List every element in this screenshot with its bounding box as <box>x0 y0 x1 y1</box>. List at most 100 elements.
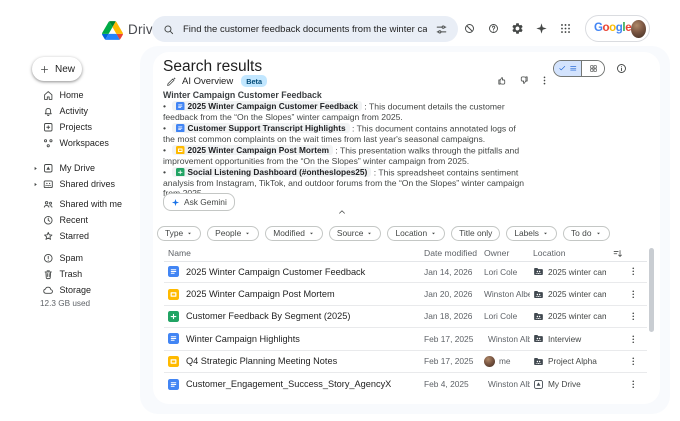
search-input[interactable] <box>183 24 427 35</box>
cloud-icon <box>42 284 55 297</box>
row-menu-button[interactable] <box>628 334 639 345</box>
new-button[interactable]: New <box>32 57 82 81</box>
sidebar-item-label: Spam <box>60 253 84 263</box>
shared-folder-icon <box>533 266 544 277</box>
sidebar-item-activity[interactable]: Activity <box>32 103 150 119</box>
list-view-icon <box>569 64 578 73</box>
list-view-segment[interactable] <box>554 61 582 76</box>
sidebar-item-storage[interactable]: Storage <box>32 282 150 298</box>
offline-status-button[interactable] <box>459 18 480 39</box>
table-scrollbar[interactable] <box>649 248 654 332</box>
file-chip-label: 2025 Winter Campaign Post Mortem <box>188 145 329 155</box>
file-chip[interactable]: Customer Support Transcript Highlights <box>172 123 350 133</box>
ai-overview-bullet: •2025 Winter Campaign Post Mortem : This… <box>163 145 527 166</box>
more-vert-icon <box>628 289 639 300</box>
file-table: 2025 Winter Campaign Customer FeedbackJa… <box>164 261 647 395</box>
docs-icon <box>176 102 185 111</box>
grid-view-icon <box>589 64 598 73</box>
help-icon <box>487 22 500 35</box>
row-menu-button[interactable] <box>628 379 639 390</box>
filter-chip-type[interactable]: Type <box>157 226 201 241</box>
date-modified: Jan 20, 2026 <box>421 289 481 299</box>
view-toggle[interactable] <box>553 60 605 77</box>
ai-overview-bullet: •Customer Support Transcript Highlights … <box>163 123 527 144</box>
table-row[interactable]: Customer Feedback By Segment (2025)Jan 1… <box>164 306 647 328</box>
shared-folder-icon <box>533 289 544 300</box>
gemini-button[interactable] <box>531 18 552 39</box>
owner-name: Winston Alb... <box>488 334 530 344</box>
sidebar-item-recent[interactable]: Recent <box>32 212 150 228</box>
column-header-date-modified[interactable]: Date modified <box>421 248 481 258</box>
sidebar-item-workspaces[interactable]: Workspaces <box>32 135 150 151</box>
bullet-dot: • <box>163 101 172 111</box>
info-icon[interactable] <box>615 62 628 75</box>
filter-chip-modified[interactable]: Modified <box>265 226 323 241</box>
thumb-up-icon[interactable] <box>497 75 508 86</box>
row-menu-button[interactable] <box>628 356 639 367</box>
owner-name: Winston Alb... <box>488 379 530 389</box>
sidebar-item-my-drive[interactable]: My Drive <box>32 160 150 176</box>
ask-gemini-button[interactable]: Ask Gemini <box>163 193 235 211</box>
filter-chip-labels[interactable]: Labels <box>506 226 557 241</box>
expand-arrow-icon[interactable] <box>32 181 39 188</box>
file-chip[interactable]: 2025 Winter Campaign Customer Feedback <box>172 101 362 111</box>
search-results-card: Search results AI Overview Beta Winter C… <box>153 52 660 404</box>
row-menu-button[interactable] <box>628 311 639 322</box>
sort-direction-icon[interactable] <box>612 248 623 259</box>
ai-overview-icon <box>166 76 177 87</box>
table-row[interactable]: Customer_Engagement_Success_Story_Agency… <box>164 373 647 395</box>
filter-chip-label: Type <box>165 228 183 238</box>
row-menu-button[interactable] <box>628 266 639 277</box>
sidebar-item-shared-drives[interactable]: Shared drives <box>32 176 150 192</box>
table-row[interactable]: 2025 Winter Campaign Customer FeedbackJa… <box>164 261 647 283</box>
search-bar[interactable] <box>152 16 458 42</box>
file-chip[interactable]: 2025 Winter Campaign Post Mortem <box>172 145 333 155</box>
table-row[interactable]: Winter Campaign HighlightsFeb 17, 2025Wi… <box>164 328 647 350</box>
settings-button[interactable] <box>507 18 528 39</box>
caret-down-icon <box>542 230 549 237</box>
ai-overview-header: AI Overview Beta <box>166 75 267 87</box>
sidebar-item-home[interactable]: Home <box>32 87 150 103</box>
user-avatar[interactable] <box>631 20 646 38</box>
support-button[interactable] <box>483 18 504 39</box>
column-header-owner[interactable]: Owner <box>481 248 530 258</box>
new-button-label: New <box>55 64 75 75</box>
table-row[interactable]: Q4 Strategic Planning Meeting NotesFeb 1… <box>164 351 647 373</box>
collapse-ai-overview-chevron-icon[interactable] <box>336 207 348 217</box>
more-vert-icon <box>628 356 639 367</box>
thumb-down-icon[interactable] <box>518 75 529 86</box>
sidebar-item-trash[interactable]: Trash <box>32 266 150 282</box>
file-name: Q4 Strategic Planning Meeting Notes <box>186 356 337 366</box>
sidebar-item-shared-with-me[interactable]: Shared with me <box>32 196 150 212</box>
filter-chip-label: To do <box>571 228 592 238</box>
filter-chip-title-only[interactable]: Title only <box>451 226 500 241</box>
table-row[interactable]: 2025 Winter Campaign Post MortemJan 20, … <box>164 283 647 305</box>
home-icon <box>42 89 55 102</box>
caret-down-icon <box>308 230 315 237</box>
shared-folder-icon <box>533 356 544 367</box>
google-apps-button[interactable] <box>555 18 576 39</box>
bullet-dot: • <box>163 123 172 133</box>
expand-arrow-icon[interactable] <box>32 165 39 172</box>
row-menu-button[interactable] <box>628 289 639 300</box>
sidebar-item-label: Shared with me <box>60 199 123 209</box>
check-icon <box>558 64 567 73</box>
column-header-location[interactable]: Location <box>530 248 606 258</box>
filter-chip-people[interactable]: People <box>207 226 259 241</box>
grid-view-segment[interactable] <box>582 61 604 76</box>
sidebar-item-projects[interactable]: Projects <box>32 119 150 135</box>
sidebar-item-starred[interactable]: Starred <box>32 228 150 244</box>
account-chip[interactable]: Google <box>585 15 650 42</box>
column-header-name[interactable]: Name <box>164 248 421 258</box>
date-modified: Feb 4, 2025 <box>421 379 481 389</box>
caret-down-icon <box>366 230 373 237</box>
docs-icon <box>168 266 179 277</box>
file-chip[interactable]: Social Listening Dashboard (#ontheslopes… <box>172 167 371 177</box>
filter-chip-source[interactable]: Source <box>329 226 382 241</box>
tune-icon[interactable] <box>435 23 448 36</box>
sidebar-item-spam[interactable]: Spam <box>32 250 150 266</box>
filter-chip-to-do[interactable]: To do <box>563 226 610 241</box>
owner-name: me <box>499 356 511 366</box>
filter-chip-location[interactable]: Location <box>387 226 445 241</box>
more-vert-icon[interactable] <box>539 75 550 86</box>
